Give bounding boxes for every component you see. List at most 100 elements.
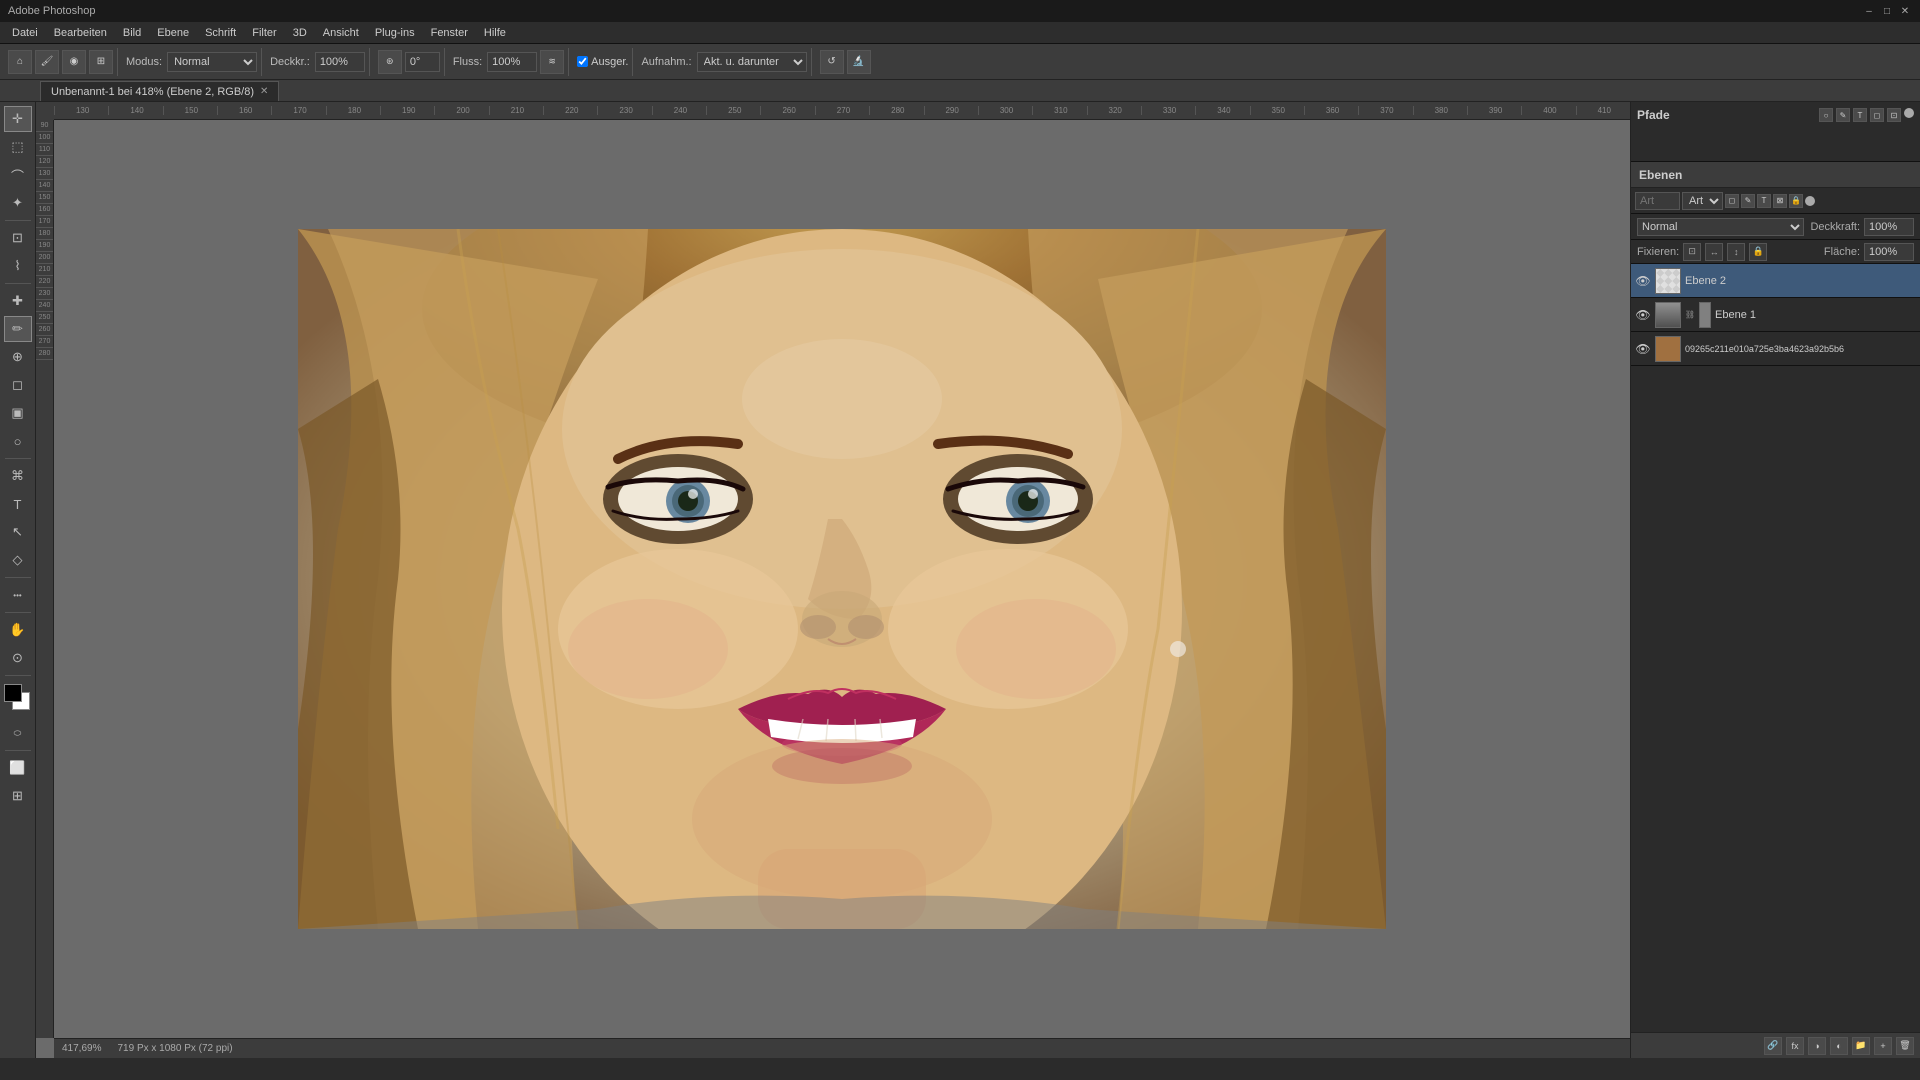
maximize-button[interactable]: □	[1880, 4, 1894, 18]
brush-size-button[interactable]: 🖌	[35, 50, 59, 74]
filter-toggle[interactable]	[1805, 196, 1815, 206]
link-layers-btn[interactable]: 🔗	[1764, 1037, 1782, 1055]
ebenen-search-input[interactable]	[1635, 192, 1680, 210]
filter-icon-4[interactable]: ⊠	[1773, 194, 1787, 208]
tool-lasso[interactable]: ⌒	[4, 162, 32, 188]
layer-row-ebene2[interactable]: 👁 Ebene 2	[1631, 264, 1920, 298]
delete-layer-btn[interactable]: 🗑	[1896, 1037, 1914, 1055]
menu-schrift[interactable]: Schrift	[197, 25, 244, 41]
tool-eraser[interactable]: ◻	[4, 372, 32, 398]
canvas-container[interactable]	[54, 120, 1630, 1038]
ruler-mark: 310	[1032, 106, 1086, 115]
tool-clone[interactable]: ⊕	[4, 344, 32, 370]
ruler-mark: 170	[271, 106, 325, 115]
layer-visibility-hash[interactable]: 👁	[1635, 341, 1651, 357]
tool-pen[interactable]: ⌘	[4, 463, 32, 489]
deckkr-input[interactable]	[315, 52, 365, 72]
tool-path-select[interactable]: ↖	[4, 519, 32, 545]
tool-type[interactable]: T	[4, 491, 32, 517]
tool-marquee[interactable]: ⬚	[4, 134, 32, 160]
blend-mode-select[interactable]: Normal	[1637, 218, 1804, 236]
ruler-mark: 250	[706, 106, 760, 115]
close-button[interactable]: ✕	[1898, 4, 1912, 18]
toolbar-fluss-section: Fluss: ≋	[449, 48, 569, 76]
menu-hilfe[interactable]: Hilfe	[476, 25, 514, 41]
pfade-icon-2[interactable]: ✎	[1836, 108, 1850, 122]
tool-hand[interactable]: ✋	[4, 617, 32, 643]
minimize-button[interactable]: –	[1862, 4, 1876, 18]
new-group-btn[interactable]: 📁	[1852, 1037, 1870, 1055]
tab-close-button[interactable]: ✕	[260, 86, 268, 97]
pfade-icon-1[interactable]: ○	[1819, 108, 1833, 122]
pfade-icon-3[interactable]: T	[1853, 108, 1867, 122]
home-button[interactable]: ⌂	[8, 50, 32, 74]
screen-mode-button[interactable]: ⬜	[4, 755, 32, 781]
ruler-mark: 280	[869, 106, 923, 115]
menu-fenster[interactable]: Fenster	[423, 25, 476, 41]
new-layer-btn[interactable]: +	[1874, 1037, 1892, 1055]
menu-ansicht[interactable]: Ansicht	[315, 25, 367, 41]
menu-filter[interactable]: Filter	[244, 25, 284, 41]
layer-visibility-ebene1[interactable]: 👁	[1635, 307, 1651, 323]
reset-button[interactable]: ↺	[820, 50, 844, 74]
tool-crop[interactable]: ⊡	[4, 225, 32, 251]
lock-all-btn[interactable]: 🔒	[1749, 243, 1767, 261]
menu-datei[interactable]: Datei	[4, 25, 46, 41]
active-tab[interactable]: Unbenannt-1 bei 418% (Ebene 2, RGB/8) ✕	[40, 81, 279, 101]
tool-shape[interactable]: ◇	[4, 547, 32, 573]
filter-icon-1[interactable]: ◻	[1725, 194, 1739, 208]
artboard-button[interactable]: ⊞	[4, 783, 32, 809]
toolbar-angle-section: ⊛	[374, 48, 445, 76]
add-mask-btn[interactable]: ◑	[1808, 1037, 1826, 1055]
flaeche-input[interactable]	[1864, 243, 1914, 261]
filter-icon-2[interactable]: ✎	[1741, 194, 1755, 208]
angle-icon[interactable]: ⊛	[378, 50, 402, 74]
tool-brush[interactable]: ✏	[4, 316, 32, 342]
tool-zoom[interactable]: ⊙	[4, 645, 32, 671]
lock-art-btn[interactable]: ↕	[1727, 243, 1745, 261]
lock-pixels-btn[interactable]: ⊡	[1683, 243, 1701, 261]
ebenen-filter-select[interactable]: Art	[1682, 192, 1723, 210]
canvas[interactable]	[298, 229, 1386, 929]
filter-icon-3[interactable]: T	[1757, 194, 1771, 208]
tool-dodge[interactable]: ○	[4, 428, 32, 454]
aufnahm-select[interactable]: Akt. u. darunter	[697, 52, 807, 72]
menu-plugins[interactable]: Plug-ins	[367, 25, 423, 41]
ausger-checkbox[interactable]	[577, 56, 588, 67]
pfade-dot	[1904, 108, 1914, 118]
new-fill-btn[interactable]: ◐	[1830, 1037, 1848, 1055]
tool-gradient[interactable]: ▣	[4, 400, 32, 426]
lock-pos-btn[interactable]: ↔	[1705, 243, 1723, 261]
pfade-icon-4[interactable]: ◻	[1870, 108, 1884, 122]
add-style-btn[interactable]: fx	[1786, 1037, 1804, 1055]
extra-button[interactable]: 🔬	[847, 50, 871, 74]
tool-magic-wand[interactable]: ✦	[4, 190, 32, 216]
modus-select[interactable]: Normal	[167, 52, 257, 72]
filter-icon-5[interactable]: 🔒	[1789, 194, 1803, 208]
tool-move[interactable]: ✛	[4, 106, 32, 132]
brush-preset-button[interactable]: ⊞	[89, 50, 113, 74]
layer-row-ebene1[interactable]: 👁 ⛓ Ebene 1	[1631, 298, 1920, 332]
brush-hardness-button[interactable]: ◉	[62, 50, 86, 74]
layer-visibility-ebene2[interactable]: 👁	[1635, 273, 1651, 289]
tool-dots[interactable]: •••	[4, 582, 32, 608]
layer-name-ebene1: Ebene 1	[1715, 309, 1916, 321]
ausger-checkbox-label: Ausger.	[577, 56, 628, 68]
ruler-mark: 330	[1141, 106, 1195, 115]
quick-mask-button[interactable]: ⬭	[4, 720, 32, 746]
zoom-level: 417,69%	[62, 1043, 101, 1054]
tool-eyedropper[interactable]: ⌇	[4, 253, 32, 279]
tool-heal[interactable]: ✚	[4, 288, 32, 314]
menu-bild[interactable]: Bild	[115, 25, 149, 41]
deckkraft-input[interactable]	[1864, 218, 1914, 236]
airbrush-button[interactable]: ≋	[540, 50, 564, 74]
menu-3d[interactable]: 3D	[285, 25, 315, 41]
fluss-input[interactable]	[487, 52, 537, 72]
menu-bearbeiten[interactable]: Bearbeiten	[46, 25, 115, 41]
layer-row-hash[interactable]: 👁 09265c211e010a725e3ba4623a92b5b6	[1631, 332, 1920, 366]
pfade-icon-5[interactable]: ⊡	[1887, 108, 1901, 122]
panel-footer: 🔗 fx ◑ ◐ 📁 + 🗑	[1631, 1032, 1920, 1058]
menu-ebene[interactable]: Ebene	[149, 25, 197, 41]
foreground-color[interactable]	[4, 684, 22, 702]
angle-input[interactable]	[405, 52, 440, 72]
